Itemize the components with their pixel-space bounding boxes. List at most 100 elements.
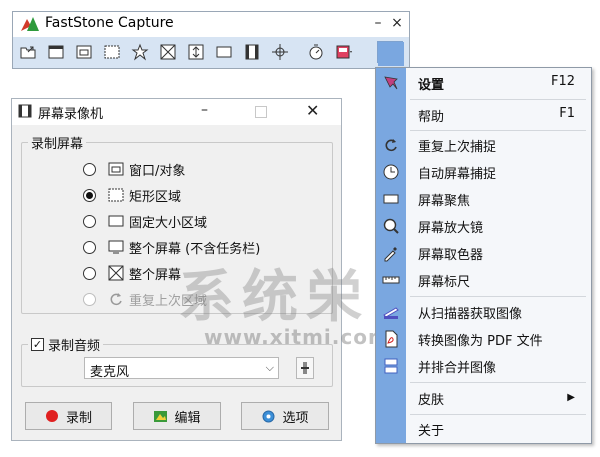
menu-item-shortcut: F1 (559, 106, 575, 121)
timer-icon[interactable] (305, 41, 327, 63)
menu-item-label: 屏幕放大镜 (418, 221, 484, 236)
scanner-icon (382, 303, 400, 321)
settings-icon (382, 74, 400, 92)
window-icon (108, 161, 124, 177)
menu-item-label: 屏幕取色器 (418, 248, 484, 263)
submenu-arrow-icon: ▶ (567, 392, 575, 403)
option-window-object[interactable]: 窗口/对象 (83, 158, 185, 180)
faststone-logo-icon (21, 17, 39, 31)
close-button[interactable]: × (389, 14, 405, 32)
screen-recorder-icon[interactable] (241, 41, 263, 63)
minimize-button[interactable]: – (201, 102, 208, 118)
options-button[interactable]: 选项 (241, 402, 329, 430)
settings-dropdown-menu: 设置 F12 帮助 F1 重复上次捕捉 自动屏幕捕捉 屏幕聚焦 屏幕放大镜 屏幕… (375, 67, 592, 444)
combine-images-icon (382, 357, 400, 375)
menu-item-label: 设置 (418, 78, 445, 93)
chevron-down-icon: ⌵ (265, 361, 274, 374)
close-button[interactable]: ✕ (306, 101, 319, 120)
minimize-button[interactable]: – (370, 14, 386, 32)
capture-rectangle-icon[interactable] (101, 41, 123, 63)
menu-item-ruler[interactable]: 屏幕标尺 (376, 267, 591, 293)
repeat-icon (108, 291, 124, 307)
record-button[interactable]: 录制 (25, 402, 112, 430)
menu-item-spotlight[interactable]: 屏幕聚焦 (376, 186, 591, 212)
open-folder-icon[interactable] (17, 41, 39, 63)
menu-item-skin[interactable]: 皮肤 ▶ (376, 385, 591, 411)
capture-scrolling-window-icon[interactable] (185, 41, 207, 63)
maximize-button (255, 106, 267, 118)
full-screen-icon (108, 265, 124, 281)
menu-anchor (378, 42, 404, 66)
menu-item-combine-images[interactable]: 并排合并图像 (376, 353, 591, 379)
output-icon[interactable] (333, 41, 355, 63)
menu-item-settings[interactable]: 设置 F12 (376, 70, 591, 96)
menu-item-auto-capture[interactable]: 自动屏幕捕捉 (376, 159, 591, 185)
option-fixed-region[interactable]: 固定大小区域 (83, 210, 207, 232)
capture-full-screen-icon[interactable] (157, 41, 179, 63)
capture-freehand-icon[interactable] (129, 41, 151, 63)
monitor-icon (108, 239, 124, 255)
repeat-icon (382, 136, 400, 154)
menu-item-label: 帮助 (418, 110, 445, 125)
menu-item-label: 并排合并图像 (418, 361, 497, 376)
capture-active-window-icon[interactable] (45, 41, 67, 63)
toolbar-titlebar[interactable]: FastStone Capture – × (13, 12, 409, 37)
recorder-title: 屏幕录像机 (38, 107, 104, 122)
menu-item-label: 关于 (418, 424, 445, 439)
editor-icon (153, 409, 168, 424)
spotlight-icon (382, 190, 400, 208)
record-button-label: 录制 (65, 410, 92, 426)
recorder-titlebar[interactable]: 屏幕录像机 – ✕ (12, 99, 341, 125)
menu-item-help[interactable]: 帮助 F1 (376, 102, 591, 128)
menu-separator (410, 296, 586, 297)
radio-full-screen-no-taskbar[interactable] (83, 240, 96, 254)
color-picker-icon (382, 244, 400, 262)
option-rectangle[interactable]: 矩形区域 (83, 184, 181, 206)
radio-repeat-last-region (83, 292, 96, 306)
magnifier-icon (382, 217, 400, 235)
fixed-region-icon (108, 213, 124, 229)
menu-separator (410, 414, 586, 415)
audio-level-icon (301, 362, 309, 374)
record-audio-legend: ✓ 录制音频 (28, 335, 103, 354)
record-dot-icon (45, 409, 60, 424)
menu-item-repeat-last-capture[interactable]: 重复上次捕捉 (376, 132, 591, 158)
option-label: 固定大小区域 (129, 215, 208, 231)
options-button-label: 选项 (282, 410, 309, 426)
radio-window-object[interactable] (83, 162, 96, 176)
menu-item-convert-pdf[interactable]: 转换图像为 PDF 文件 (376, 326, 591, 352)
pdf-icon (382, 330, 400, 348)
edit-button-label: 编辑 (174, 410, 201, 426)
radio-full-screen[interactable] (83, 266, 96, 280)
capture-fixed-region-icon[interactable] (213, 41, 235, 63)
radio-fixed-region[interactable] (83, 214, 96, 228)
record-audio-label: 录制音频 (48, 339, 101, 354)
option-full-screen[interactable]: 整个屏幕 (83, 262, 181, 284)
radio-rectangle[interactable] (83, 188, 96, 202)
menu-item-about[interactable]: 关于 (376, 416, 591, 442)
record-audio-checkbox[interactable]: ✓ (31, 338, 44, 351)
menu-item-label: 皮肤 (418, 393, 445, 408)
menu-item-scanner[interactable]: 从扫描器获取图像 (376, 299, 591, 325)
gear-icon (261, 409, 276, 424)
capture-window-object-icon[interactable] (73, 41, 95, 63)
crosshair-icon[interactable] (269, 41, 291, 63)
menu-item-label: 转换图像为 PDF 文件 (418, 334, 543, 349)
menu-item-color-picker[interactable]: 屏幕取色器 (376, 240, 591, 266)
clock-icon (382, 163, 400, 181)
option-label: 矩形区域 (129, 189, 182, 205)
menu-item-label: 重复上次捕捉 (418, 140, 497, 155)
audio-device-select[interactable]: 麦克风 ⌵ (84, 357, 279, 380)
audio-settings-button[interactable] (296, 357, 314, 379)
menu-separator (410, 382, 586, 383)
capture-toolbar (13, 37, 409, 68)
watermark-text: 系统栄 (178, 264, 370, 330)
menu-item-label: 屏幕聚焦 (418, 194, 471, 209)
menu-item-magnifier[interactable]: 屏幕放大镜 (376, 213, 591, 239)
edit-button[interactable]: 编辑 (133, 402, 221, 430)
menu-item-label: 从扫描器获取图像 (418, 307, 523, 322)
rectangle-icon (108, 187, 124, 203)
ruler-icon (382, 271, 400, 289)
film-icon (18, 104, 32, 118)
watermark-url: www.xitmi.com (204, 325, 390, 349)
